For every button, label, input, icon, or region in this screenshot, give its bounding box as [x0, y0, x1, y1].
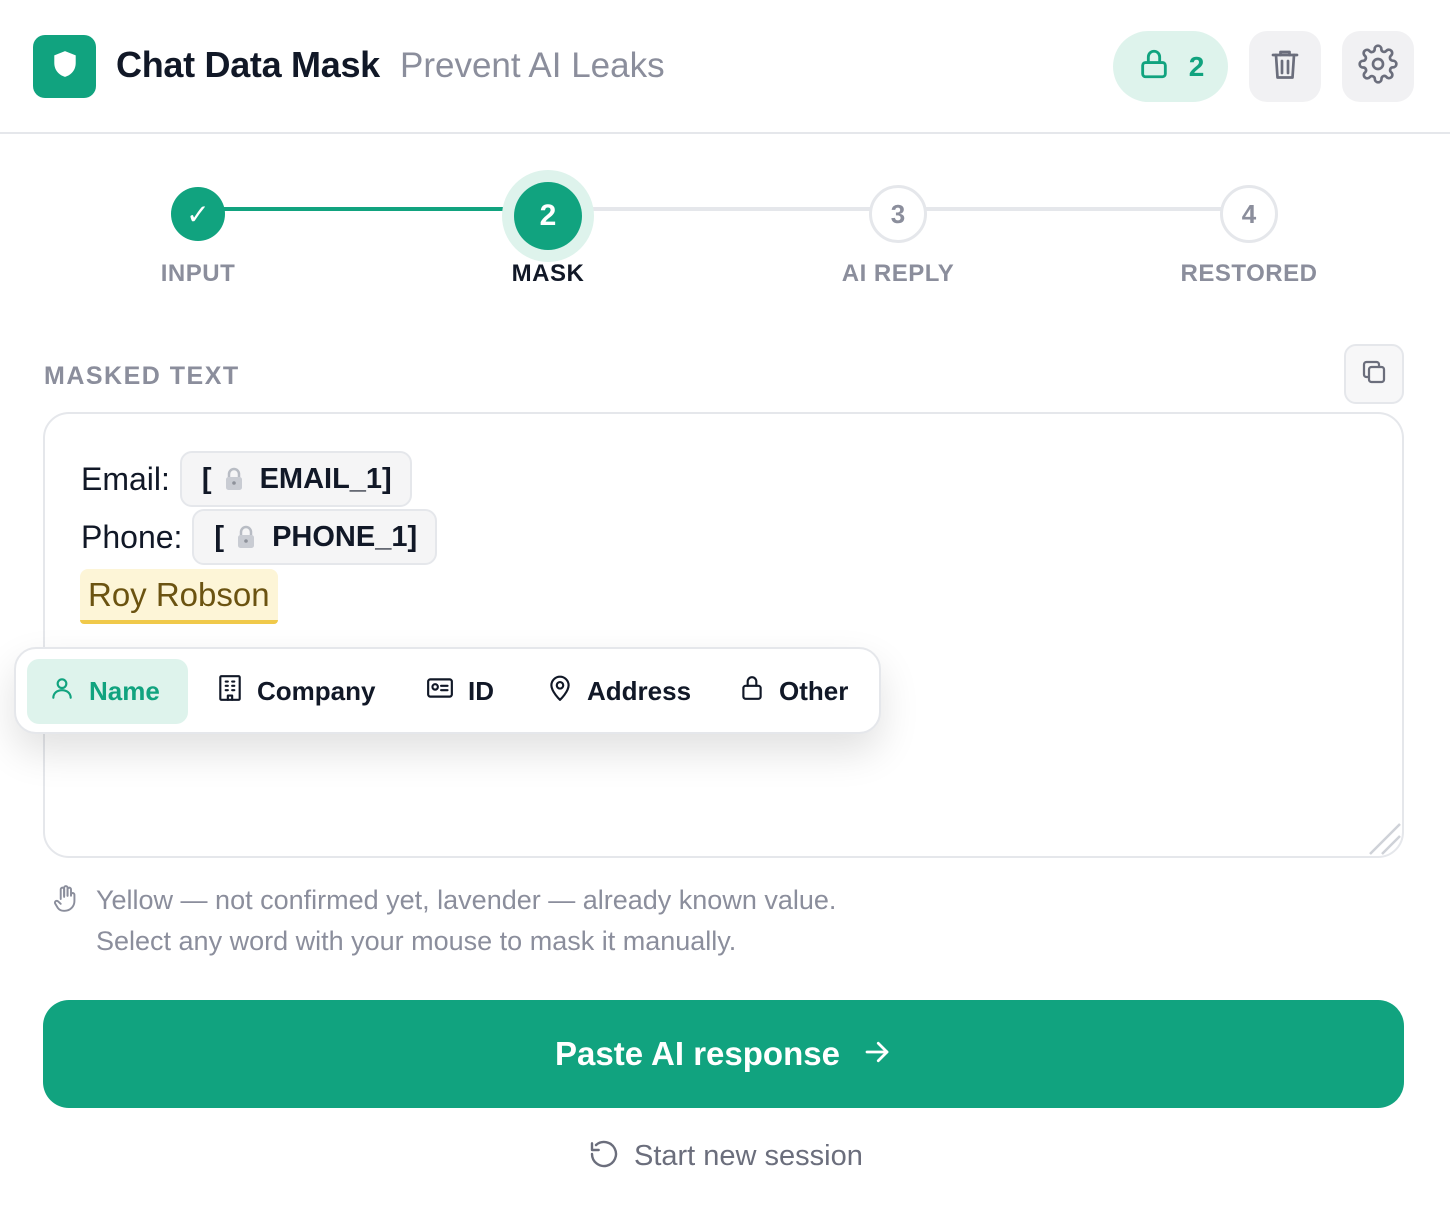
gear-icon	[1358, 44, 1398, 89]
app-title: Chat Data Mask	[116, 44, 380, 85]
step-connector-pending	[898, 207, 1249, 211]
masked-line-email: Email: [ EMAIL_1]	[81, 451, 412, 507]
paste-ai-response-label: Paste AI response	[555, 1035, 840, 1072]
lock-icon	[739, 674, 765, 709]
app-logo	[33, 35, 96, 98]
app-header: Chat Data Mask Prevent AI Leaks 2	[0, 0, 1450, 134]
refresh-icon	[588, 1138, 620, 1175]
copy-button[interactable]	[1344, 344, 1404, 404]
line-prefix: Phone:	[81, 518, 183, 555]
map-pin-icon	[547, 674, 573, 709]
masked-line-phone: Phone: [ PHONE_1]	[81, 509, 438, 565]
step-2-circle: 2	[514, 182, 582, 250]
category-popup: Name Company ID Address Other	[14, 647, 881, 734]
step-3-circle: 3	[869, 185, 927, 243]
category-name-option[interactable]: Name	[27, 659, 188, 724]
building-icon	[217, 674, 243, 709]
category-label: Name	[89, 676, 160, 706]
chip-token: EMAIL_1]	[259, 462, 392, 495]
step-connector-pending	[548, 207, 898, 211]
step-4-label: RESTORED	[1180, 260, 1318, 287]
chip-bracket: [	[214, 520, 225, 553]
step-1-circle: ✓	[171, 187, 225, 241]
paste-ai-response-button[interactable]: Paste AI response	[43, 1000, 1404, 1108]
mask-token-chip[interactable]: [ PHONE_1]	[192, 509, 438, 565]
settings-button[interactable]	[1342, 31, 1414, 102]
app-subtitle: Prevent AI Leaks	[400, 46, 665, 85]
lock-icon	[234, 524, 258, 550]
arrow-right-icon	[862, 1037, 892, 1072]
step-4-circle: 4	[1220, 185, 1278, 243]
chip-bracket: [	[201, 462, 212, 495]
section-label: MASKED TEXT	[44, 362, 240, 390]
hint-line-2: Select any word with your mouse to mask …	[96, 926, 737, 956]
clear-button[interactable]	[1249, 31, 1321, 102]
step-2-label: MASK	[511, 260, 585, 287]
lock-icon	[222, 466, 246, 492]
masked-count-button[interactable]: 2	[1113, 31, 1228, 102]
category-other-option[interactable]: Other	[717, 659, 870, 724]
category-label: ID	[468, 676, 494, 706]
hand-icon	[52, 884, 78, 919]
masked-count: 2	[1188, 50, 1205, 82]
chip-token: PHONE_1]	[272, 520, 418, 553]
category-label: Address	[587, 676, 692, 706]
category-id-option[interactable]: ID	[404, 659, 516, 724]
step-1-label: INPUT	[160, 260, 236, 287]
lock-icon	[1137, 47, 1171, 86]
category-label: Other	[779, 676, 849, 706]
id-card-icon	[426, 676, 454, 707]
copy-icon	[1359, 357, 1389, 392]
category-address-option[interactable]: Address	[525, 659, 713, 724]
hint-line-1: Yellow — not confirmed yet, lavender — a…	[96, 885, 837, 915]
mask-token-chip[interactable]: [ EMAIL_1]	[179, 451, 412, 507]
step-connector-done	[198, 207, 548, 211]
user-icon	[49, 675, 75, 708]
step-3-label: AI REPLY	[841, 260, 955, 287]
trash-icon	[1267, 46, 1303, 87]
unconfirmed-highlight[interactable]: Roy Robson	[80, 569, 278, 624]
start-new-session-button[interactable]: Start new session	[588, 1138, 863, 1175]
category-company-option[interactable]: Company	[195, 659, 397, 724]
shield-icon	[52, 49, 78, 84]
resize-handle[interactable]	[1362, 816, 1402, 856]
category-label: Company	[257, 676, 376, 706]
line-prefix: Email:	[81, 460, 170, 497]
start-new-session-label: Start new session	[634, 1140, 863, 1172]
